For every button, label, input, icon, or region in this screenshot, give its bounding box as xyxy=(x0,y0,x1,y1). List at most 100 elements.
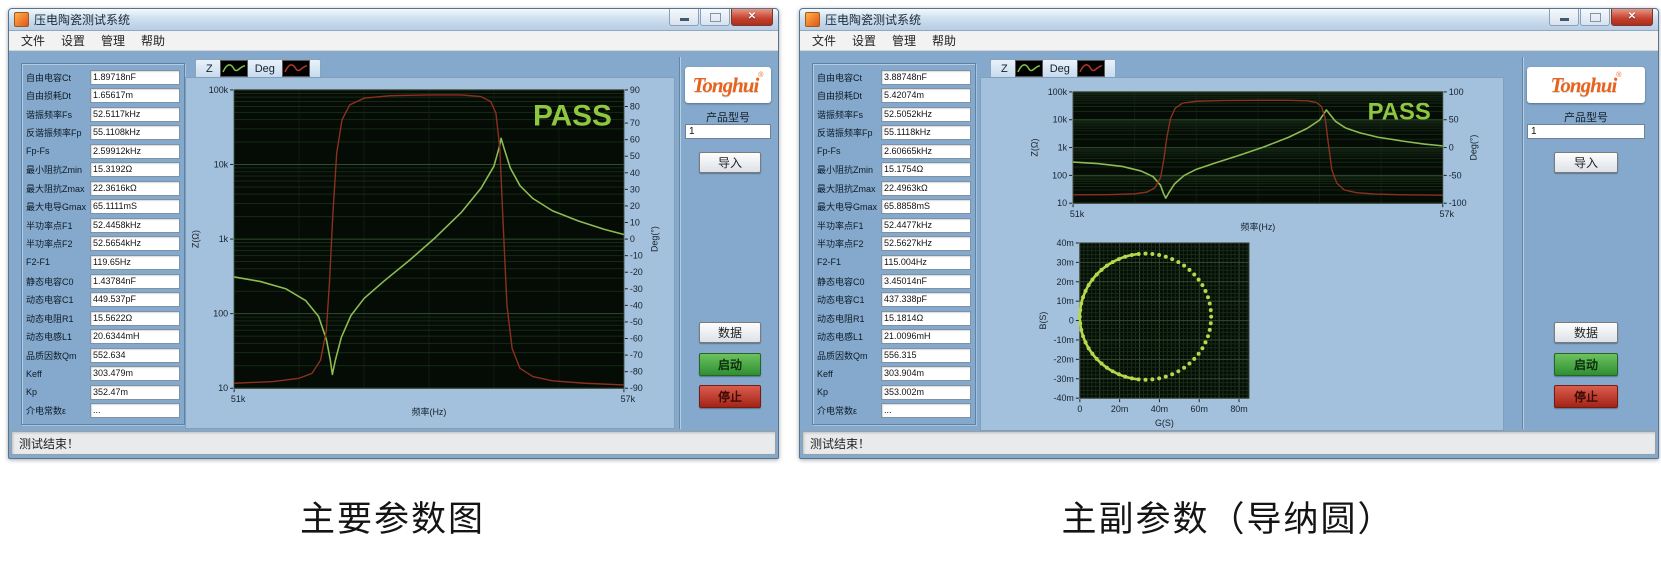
param-value-field[interactable]: 52.4477kHz xyxy=(881,218,971,233)
menu-item-3[interactable]: 管理 xyxy=(884,30,924,51)
minimize-button[interactable] xyxy=(669,9,699,26)
param-value-field[interactable]: 15.3192Ω xyxy=(90,162,180,177)
stop-button[interactable]: 停止 xyxy=(699,385,761,408)
param-value-field[interactable]: 22.3616kΩ xyxy=(90,181,180,196)
param-value-field[interactable]: 21.0096mH xyxy=(881,329,971,344)
param-label: 谐振频率Fs xyxy=(817,108,863,121)
start-button[interactable]: 启动 xyxy=(1554,353,1618,376)
admittance-point xyxy=(1117,257,1121,261)
data-button[interactable]: 数据 xyxy=(1554,322,1618,343)
admittance-point xyxy=(1100,362,1104,366)
param-value-field[interactable]: 437.338pF xyxy=(881,292,971,307)
param-value-field[interactable]: 2.60665kHz xyxy=(881,144,971,159)
param-value-field[interactable]: 52.5117kHz xyxy=(90,107,180,122)
param-value-field[interactable]: 20.6344mH xyxy=(90,329,180,344)
admittance-point xyxy=(1095,357,1099,361)
param-value-field[interactable]: 22.4963kΩ xyxy=(881,181,971,196)
menu-item-3[interactable]: 管理 xyxy=(93,30,133,51)
svg-text:100: 100 xyxy=(1449,87,1464,97)
tab-z-label[interactable]: Z xyxy=(206,63,213,75)
param-value-field[interactable]: 303.479m xyxy=(90,366,180,381)
param-value-field[interactable]: 449.537pF xyxy=(90,292,180,307)
svg-text:70: 70 xyxy=(630,118,640,128)
param-value-field[interactable]: 52.5052kHz xyxy=(881,107,971,122)
menu-item-1[interactable]: 文件 xyxy=(804,30,844,51)
param-value-field[interactable]: 119.65Hz xyxy=(90,255,180,270)
svg-text:20m: 20m xyxy=(1111,404,1128,414)
tab-deg-label[interactable]: Deg xyxy=(1050,63,1070,75)
param-value-field[interactable]: 556.315 xyxy=(881,348,971,363)
titlebar[interactable]: 压电陶瓷测试系统 ✕ xyxy=(800,9,1658,31)
product-model-input[interactable] xyxy=(685,124,771,139)
admittance-point xyxy=(1084,289,1088,293)
stop-button[interactable]: 停止 xyxy=(1554,385,1618,408)
admittance-point xyxy=(1206,334,1210,338)
admittance-point xyxy=(1144,378,1148,382)
svg-text:51k: 51k xyxy=(231,394,246,404)
param-value-field[interactable]: 353.002m xyxy=(881,385,971,400)
parameter-panel: 自由电容Ct3.88748nF自由损耗Dt5.42074m谐振频率Fs52.50… xyxy=(812,63,976,425)
param-row: 半功率点F152.4458kHz xyxy=(26,217,180,233)
menu-item-4[interactable]: 帮助 xyxy=(133,30,173,51)
param-row: 自由损耗Dt1.65617m xyxy=(26,88,180,104)
param-value-field[interactable]: 15.1814Ω xyxy=(881,311,971,326)
z-wave-icon[interactable] xyxy=(220,60,248,77)
start-button[interactable]: 启动 xyxy=(699,353,761,376)
param-value-field[interactable]: 52.5654kHz xyxy=(90,236,180,251)
param-value-field[interactable]: 65.8858mS xyxy=(881,199,971,214)
minimize-button[interactable] xyxy=(1549,9,1579,26)
param-value-field[interactable]: 115.004Hz xyxy=(881,255,971,270)
tab-z-label[interactable]: Z xyxy=(1001,63,1008,75)
maximize-button[interactable] xyxy=(700,9,730,26)
svg-text:-40: -40 xyxy=(630,300,643,310)
menu-item-2[interactable]: 设置 xyxy=(53,30,93,51)
menu-item-4[interactable]: 帮助 xyxy=(924,30,964,51)
param-value-field[interactable]: 1.89718nF xyxy=(90,70,180,85)
param-value-field[interactable]: 352.47m xyxy=(90,385,180,400)
param-value-field[interactable]: 15.5622Ω xyxy=(90,311,180,326)
param-row: Keff303.904m xyxy=(817,366,971,382)
deg-wave-icon[interactable] xyxy=(1077,60,1105,77)
svg-text:10: 10 xyxy=(630,217,640,227)
param-value-field[interactable]: 2.59912kHz xyxy=(90,144,180,159)
param-value-field[interactable]: 3.88748nF xyxy=(881,70,971,85)
param-value-field[interactable]: 52.5627kHz xyxy=(881,236,971,251)
titlebar[interactable]: 压电陶瓷测试系统 ✕ xyxy=(9,9,778,31)
import-button[interactable]: 导入 xyxy=(699,152,761,173)
param-value-field[interactable]: 303.904m xyxy=(881,366,971,381)
param-value-field[interactable]: ... xyxy=(881,403,971,418)
admittance-point xyxy=(1206,295,1210,299)
param-value-field[interactable]: 552.634 xyxy=(90,348,180,363)
param-value-field[interactable]: 1.43784nF xyxy=(90,274,180,289)
menu-item-1[interactable]: 文件 xyxy=(13,30,53,51)
admittance-point xyxy=(1182,264,1186,268)
impedance-phase-chart: PASS100k10k1k10010100500-50-10051k57k频率(… xyxy=(980,77,1504,237)
svg-text:30m: 30m xyxy=(1056,257,1073,267)
param-value-field[interactable]: 55.1108kHz xyxy=(90,125,180,140)
param-label: 动态电阻R1 xyxy=(817,312,865,325)
deg-wave-icon[interactable] xyxy=(282,60,310,77)
param-value-field[interactable]: 15.1754Ω xyxy=(881,162,971,177)
param-value-field[interactable]: 65.1111mS xyxy=(90,199,180,214)
import-button[interactable]: 导入 xyxy=(1554,152,1618,173)
close-button[interactable]: ✕ xyxy=(731,9,773,26)
param-value-field[interactable]: 5.42074m xyxy=(881,88,971,103)
param-value-field[interactable]: 1.65617m xyxy=(90,88,180,103)
param-value-field[interactable]: 55.1118kHz xyxy=(881,125,971,140)
svg-text:-90: -90 xyxy=(630,383,643,393)
param-label: 自由电容Ct xyxy=(26,71,71,84)
menu-item-2[interactable]: 设置 xyxy=(844,30,884,51)
param-value-field[interactable]: 3.45014nF xyxy=(881,274,971,289)
param-value-field[interactable]: 52.4458kHz xyxy=(90,218,180,233)
param-row: 动态电感L121.0096mH xyxy=(817,329,971,345)
data-button[interactable]: 数据 xyxy=(699,322,761,343)
tab-deg-label[interactable]: Deg xyxy=(255,63,275,75)
svg-text:40m: 40m xyxy=(1151,404,1168,414)
z-wave-icon[interactable] xyxy=(1015,60,1043,77)
svg-text:0: 0 xyxy=(1449,143,1454,153)
close-button[interactable]: ✕ xyxy=(1611,9,1653,26)
admittance-point xyxy=(1170,257,1174,261)
maximize-button[interactable] xyxy=(1580,9,1610,26)
param-value-field[interactable]: ... xyxy=(90,403,180,418)
product-model-input[interactable] xyxy=(1527,124,1645,139)
